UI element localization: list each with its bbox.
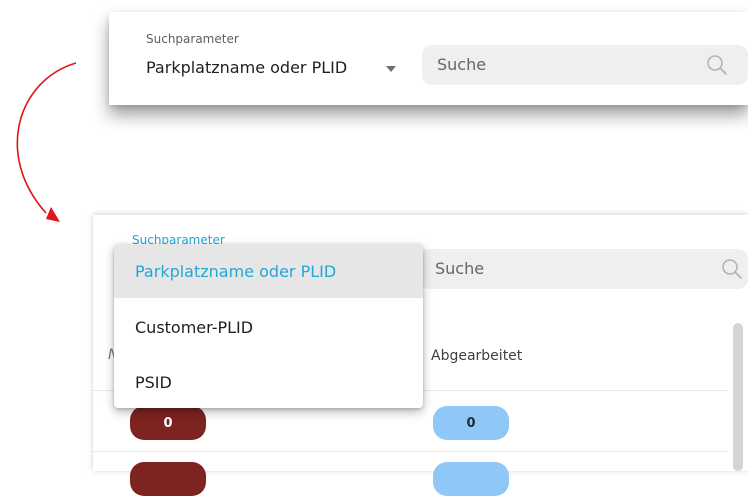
table-divider [93,451,728,452]
search-input[interactable]: Suche [419,249,748,289]
dropdown-option-parkplatzname[interactable]: Parkplatzname oder PLID [114,244,423,298]
open-count-badge[interactable] [130,462,206,496]
dropdown-option-psid[interactable]: PSID [114,355,423,408]
scrollbar[interactable] [733,323,743,471]
open-count-badge[interactable]: 0 [130,406,206,440]
search-param-dropdown: Parkplatzname oder PLID Customer-PLID PS… [114,244,423,408]
search-placeholder: Suche [435,259,485,278]
processed-count-badge[interactable] [433,462,509,496]
search-icon[interactable] [721,258,743,280]
processed-count-badge[interactable]: 0 [433,406,509,440]
table-header-processed[interactable]: Abgearbeitet [431,348,522,364]
dropdown-option-customer-plid[interactable]: Customer-PLID [114,300,423,354]
